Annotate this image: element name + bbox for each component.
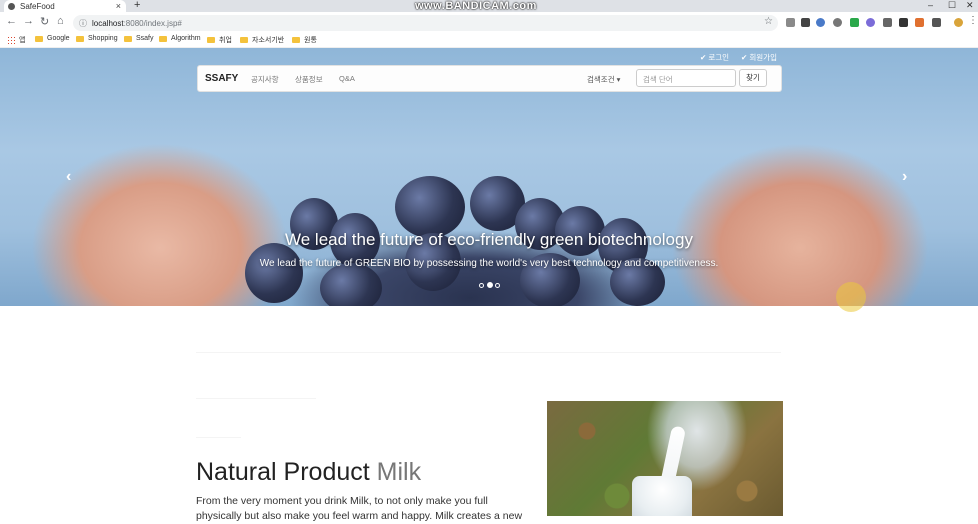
site-brand[interactable]: SSAFY	[205, 73, 238, 84]
bookmark-shopping[interactable]: Shopping	[76, 35, 118, 42]
extension-icon[interactable]	[883, 18, 892, 27]
feature-heading: Natural Product Milk	[196, 458, 421, 487]
nav-qna[interactable]: Q&A	[339, 74, 355, 83]
apps-icon[interactable]	[7, 36, 15, 44]
carousel-title: We lead the future of eco-friendly green…	[285, 230, 693, 249]
grape-image	[320, 263, 382, 306]
feature-heading-accent: Milk	[376, 458, 422, 486]
extension-icon[interactable]	[801, 18, 810, 27]
info-icon: ⓘ	[79, 18, 87, 28]
carousel-subtitle: We lead the future of GREEN BIO by posse…	[259, 258, 719, 269]
extension-icon[interactable]	[786, 18, 795, 27]
new-tab-button[interactable]: +	[134, 0, 140, 11]
milk-glass-shape	[632, 476, 692, 516]
bookmark-resume[interactable]: 자소서기반	[240, 35, 284, 45]
folder-icon	[207, 37, 215, 43]
bookmark-apps[interactable]: 앱	[19, 35, 25, 45]
extension-icon[interactable]	[816, 18, 825, 27]
extension-icon[interactable]	[850, 18, 859, 27]
globe-icon	[8, 2, 15, 10]
bookmark-algorithm[interactable]: Algorithm	[159, 35, 201, 42]
tab-close-icon[interactable]: ×	[116, 1, 121, 11]
extension-icon[interactable]	[866, 18, 875, 27]
bookmark-label: Shopping	[88, 35, 118, 42]
search-condition-dropdown[interactable]: 검색조건 ▾	[587, 74, 620, 85]
divider	[196, 437, 241, 438]
signup-link[interactable]: ✔ 회원가입	[741, 52, 777, 63]
maximize-button[interactable]: ☐	[948, 0, 956, 11]
bookmark-google[interactable]: Google	[35, 35, 70, 42]
back-icon[interactable]: ←	[6, 15, 17, 27]
url-host: localhost	[92, 18, 124, 28]
bookmark-label: Google	[47, 35, 70, 42]
login-link[interactable]: ✔ 로그인	[700, 52, 729, 63]
bookmark-ssafy[interactable]: Ssafy	[124, 35, 154, 42]
bookmark-label: 원통	[304, 37, 317, 44]
feature-body: From the very moment you drink Milk, to …	[196, 495, 523, 522]
divider	[196, 352, 781, 353]
address-bar[interactable]: ⓘ localhost:8080/index.jsp#	[73, 15, 778, 31]
carousel-indicator[interactable]	[495, 283, 500, 288]
search-input[interactable]: 검색 단어	[636, 69, 736, 87]
extension-icon[interactable]	[833, 18, 842, 27]
close-window-button[interactable]: ✕	[966, 0, 974, 11]
grape-image	[245, 243, 303, 303]
url-path: :8080/index.jsp#	[123, 18, 182, 28]
milk-image	[547, 401, 783, 516]
carousel-next-icon[interactable]: ›	[902, 168, 907, 186]
menu-dots-icon[interactable]: ⋮	[968, 15, 978, 26]
extension-icon[interactable]	[899, 18, 908, 27]
folder-icon	[76, 35, 84, 42]
bookmark-label: 취업	[219, 37, 232, 44]
folder-icon	[124, 35, 132, 42]
bookmark-label: 자소서기반	[252, 37, 285, 44]
avatar[interactable]	[954, 18, 963, 27]
recording-watermark: www.BANDICAM.com	[415, 0, 537, 12]
tab-title: SafeFood	[20, 1, 55, 11]
grape-image	[395, 176, 465, 238]
reload-icon[interactable]: ↻	[40, 15, 49, 28]
bookmark-label: Algorithm	[171, 35, 201, 42]
carousel-prev-icon[interactable]: ‹	[66, 168, 71, 186]
bookmark-label: Ssafy	[136, 35, 154, 42]
extension-icon[interactable]	[915, 18, 924, 27]
nav-notice[interactable]: 공지사항	[251, 74, 279, 85]
folder-icon	[35, 35, 43, 42]
bookmark-wontong[interactable]: 원통	[292, 35, 317, 45]
folder-icon	[159, 35, 167, 42]
folder-icon	[292, 37, 300, 43]
browser-tab[interactable]: SafeFood ×	[4, 0, 126, 12]
search-button[interactable]: 찾기	[739, 69, 767, 87]
nav-products[interactable]: 상품정보	[295, 74, 323, 85]
home-icon[interactable]: ⌂	[57, 15, 64, 27]
star-icon[interactable]: ☆	[764, 16, 773, 27]
folder-icon	[240, 37, 248, 43]
carousel-indicator-active[interactable]	[487, 282, 493, 288]
feature-heading-main: Natural Product	[196, 458, 377, 486]
minimize-button[interactable]: –	[928, 0, 933, 10]
bookmark-label: 앱	[19, 37, 26, 44]
forward-icon[interactable]: →	[23, 15, 34, 27]
extension-icon[interactable]	[932, 18, 941, 27]
divider	[196, 398, 316, 399]
carousel-indicator[interactable]	[479, 283, 484, 288]
mouse-cursor-highlight	[836, 282, 866, 312]
bookmark-job[interactable]: 취업	[207, 35, 232, 45]
